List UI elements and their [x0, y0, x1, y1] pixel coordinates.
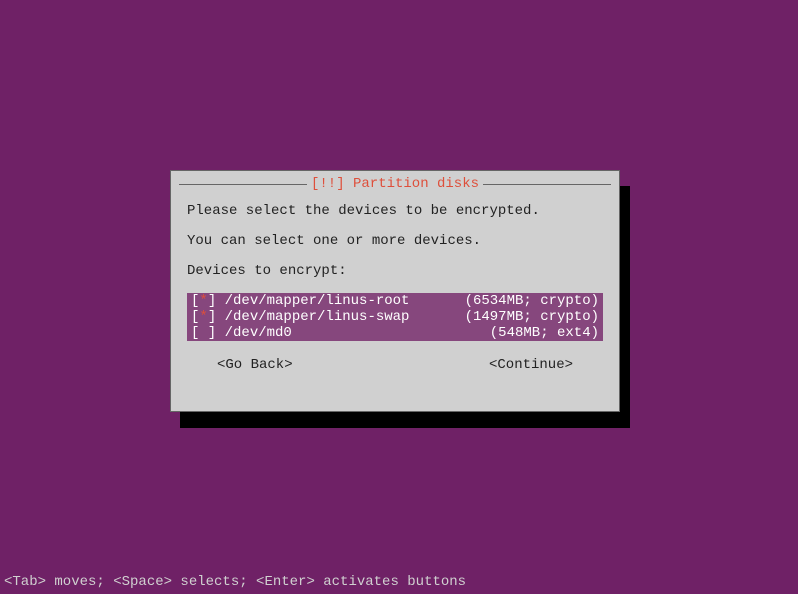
dialog-title: [!!] Partition disks [307, 176, 483, 192]
device-checkbox[interactable]: [ ] [191, 325, 225, 341]
go-back-button[interactable]: <Go Back> [217, 357, 293, 373]
partition-disks-dialog: [!!] Partition disks Please select the d… [170, 170, 620, 412]
device-list: [*] /dev/mapper/linus-root(6534MB; crypt… [187, 293, 603, 341]
dialog-content: Please select the devices to be encrypte… [171, 171, 619, 389]
device-path: /dev/md0 [225, 325, 490, 341]
device-info: (1497MB; crypto) [465, 309, 599, 325]
continue-button[interactable]: <Continue> [489, 357, 573, 373]
device-row[interactable]: [ ] /dev/md0(548MB; ext4) [187, 325, 603, 341]
device-info: (548MB; ext4) [490, 325, 599, 341]
devices-label: Devices to encrypt: [187, 263, 603, 279]
device-row[interactable]: [*] /dev/mapper/linus-swap(1497MB; crypt… [187, 309, 603, 325]
title-border-left [179, 184, 307, 185]
prompt-line-2: You can select one or more devices. [187, 233, 603, 249]
device-checkbox[interactable]: [*] [191, 309, 225, 325]
device-checkbox[interactable]: [*] [191, 293, 225, 309]
title-border-right [483, 184, 611, 185]
device-row[interactable]: [*] /dev/mapper/linus-root(6534MB; crypt… [187, 293, 603, 309]
device-path: /dev/mapper/linus-swap [225, 309, 465, 325]
footer-hint: <Tab> moves; <Space> selects; <Enter> ac… [4, 574, 466, 590]
device-info: (6534MB; crypto) [465, 293, 599, 309]
device-path: /dev/mapper/linus-root [225, 293, 465, 309]
button-row: <Go Back> <Continue> [187, 357, 603, 373]
dialog-title-bar: [!!] Partition disks [179, 177, 611, 191]
prompt-line-1: Please select the devices to be encrypte… [187, 203, 603, 219]
